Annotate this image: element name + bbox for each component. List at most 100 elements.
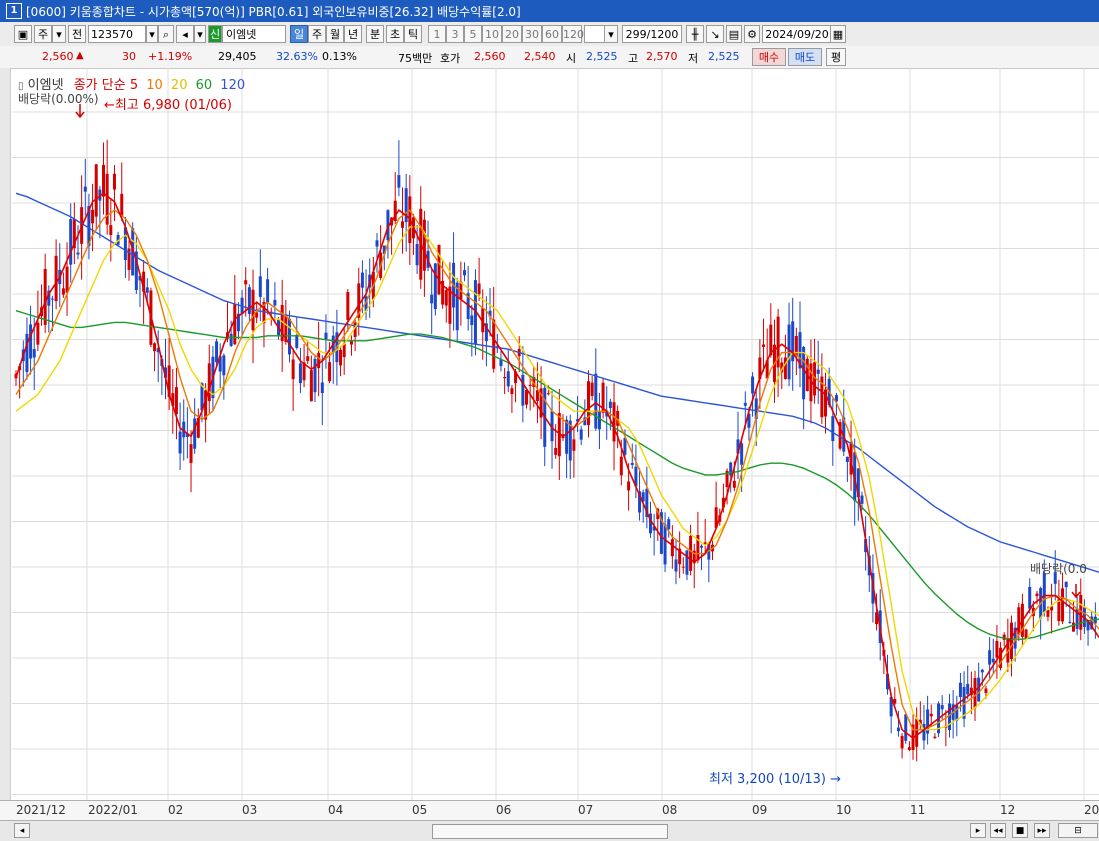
x-label-03: 03: [242, 803, 258, 817]
prev-button[interactable]: 전: [68, 25, 86, 43]
candle-body: [61, 288, 65, 295]
candle-body: [586, 381, 590, 426]
x-label-2021-12: 2021/12: [16, 803, 66, 817]
scroll-left-icon[interactable]: ◂: [14, 823, 30, 838]
sell-button[interactable]: 매도: [788, 48, 822, 66]
candle-body: [43, 268, 47, 325]
candle-body: [320, 382, 324, 394]
search-icon[interactable]: ⌕: [158, 25, 174, 43]
interval-20-button[interactable]: 20: [502, 25, 522, 43]
x-label-05: 05: [412, 803, 428, 817]
period-week-button[interactable]: 주: [308, 25, 326, 43]
candle-body: [244, 280, 248, 285]
period-second-button[interactable]: 초: [386, 25, 404, 43]
candle-body: [25, 333, 29, 373]
stock-code-dropdown-icon[interactable]: ▾: [146, 25, 158, 43]
x-label-08: 08: [662, 803, 678, 817]
candlesticks: [14, 139, 1097, 762]
buy-button[interactable]: 매수: [752, 48, 786, 66]
interval-60-button[interactable]: 60: [542, 25, 562, 43]
candle-type-icon[interactable]: ╫: [686, 25, 704, 43]
stock-code-input[interactable]: 123570: [88, 25, 146, 43]
date-field[interactable]: 2024/09/20: [762, 25, 832, 43]
fast-forward-icon[interactable]: ▸▸: [1034, 823, 1050, 838]
x-label-04: 04: [328, 803, 344, 817]
candle-body: [915, 718, 919, 747]
candle-body: [273, 299, 277, 306]
candle-body: [477, 283, 481, 295]
interval-30-button[interactable]: 30: [522, 25, 542, 43]
interval-1-button[interactable]: 1: [428, 25, 446, 43]
candle-body: [91, 209, 95, 224]
candle-body: [1057, 599, 1061, 622]
candle-body: [215, 341, 219, 363]
candle-body: [309, 370, 313, 402]
chart-scrollbar[interactable]: ◂ ▸ ◂◂ ■ ▸▸ ⊟: [0, 820, 1099, 841]
market-type-button[interactable]: 주: [34, 25, 52, 43]
chart-canvas[interactable]: [0, 68, 1099, 800]
custom-interval-dropdown-icon[interactable]: ▾: [604, 25, 618, 43]
interval-3-button[interactable]: 3: [446, 25, 464, 43]
sound-icon[interactable]: ◂: [176, 25, 194, 43]
price-chart[interactable]: [0, 68, 1099, 800]
period-year-button[interactable]: 년: [344, 25, 362, 43]
candle-body: [1035, 593, 1039, 597]
candle-body: [554, 447, 558, 455]
interval-120-button[interactable]: 120: [562, 25, 584, 43]
period-day-button[interactable]: 일: [290, 25, 308, 43]
candle-body: [375, 240, 379, 247]
x-label-12: 12: [1000, 803, 1016, 817]
data-count-field[interactable]: 299/1200: [622, 25, 682, 43]
stop-icon[interactable]: ■: [1012, 823, 1028, 838]
scroll-thumb[interactable]: [432, 824, 668, 839]
rewind-icon[interactable]: ◂◂: [990, 823, 1006, 838]
candle-body: [528, 384, 532, 386]
open-label: 시: [566, 52, 577, 65]
interval-10-button[interactable]: 10: [482, 25, 502, 43]
high-annotation: 최고 6,980 (01/06): [114, 98, 232, 113]
quote-label: 호가: [440, 52, 461, 65]
x-label-11: 11: [910, 803, 926, 817]
stock-name-field[interactable]: 이엠넷: [222, 25, 286, 43]
candle-body: [933, 736, 937, 738]
trade-amount: 75백만: [398, 52, 433, 65]
line-tool-icon[interactable]: ↘: [706, 25, 724, 43]
period-tick-button[interactable]: 틱: [404, 25, 422, 43]
high-marker: ←최고 6,980 (01/06): [104, 94, 232, 113]
candle-body: [860, 495, 864, 504]
period-minute-button[interactable]: 분: [366, 25, 384, 43]
period-month-button[interactable]: 월: [326, 25, 344, 43]
market-type-dropdown-icon[interactable]: ▾: [52, 25, 66, 43]
candle-body: [54, 255, 58, 302]
bid-price: 2,540: [524, 50, 556, 63]
candle-body: [360, 272, 364, 288]
flat-button[interactable]: 평: [826, 48, 846, 66]
scroll-right-small-icon[interactable]: ▸: [970, 823, 986, 838]
dividend-left-label: 배당락(0.00%): [18, 92, 99, 106]
candle-body: [112, 173, 116, 190]
calendar-icon[interactable]: ▦: [830, 25, 846, 43]
candle-body: [153, 343, 157, 352]
candle-body: [904, 714, 908, 741]
candle-body: [422, 219, 426, 271]
layout-icon[interactable]: ▣: [14, 25, 32, 43]
candle-body: [510, 388, 514, 395]
interval-5-button[interactable]: 5: [464, 25, 482, 43]
zoom-icon[interactable]: ⊟: [1058, 823, 1098, 838]
candle-body: [324, 332, 328, 340]
low-price: 2,525: [708, 50, 740, 63]
settings-icon[interactable]: ⚙: [744, 25, 760, 43]
sound-dropdown-icon[interactable]: ▾: [194, 25, 206, 43]
save-icon[interactable]: ▤: [726, 25, 742, 43]
moving-average-lines: [15, 192, 1099, 740]
candle-body: [579, 429, 583, 440]
candle-body: [287, 318, 291, 355]
candle-body: [845, 456, 849, 463]
ma-line-ma20: [15, 226, 1099, 731]
candle-body: [229, 333, 233, 346]
candle-body: [743, 402, 747, 406]
candle-body: [1009, 622, 1013, 660]
candle-body: [1068, 621, 1072, 623]
candle-body: [306, 356, 310, 361]
x-label-2022-01: 2022/01: [88, 803, 138, 817]
